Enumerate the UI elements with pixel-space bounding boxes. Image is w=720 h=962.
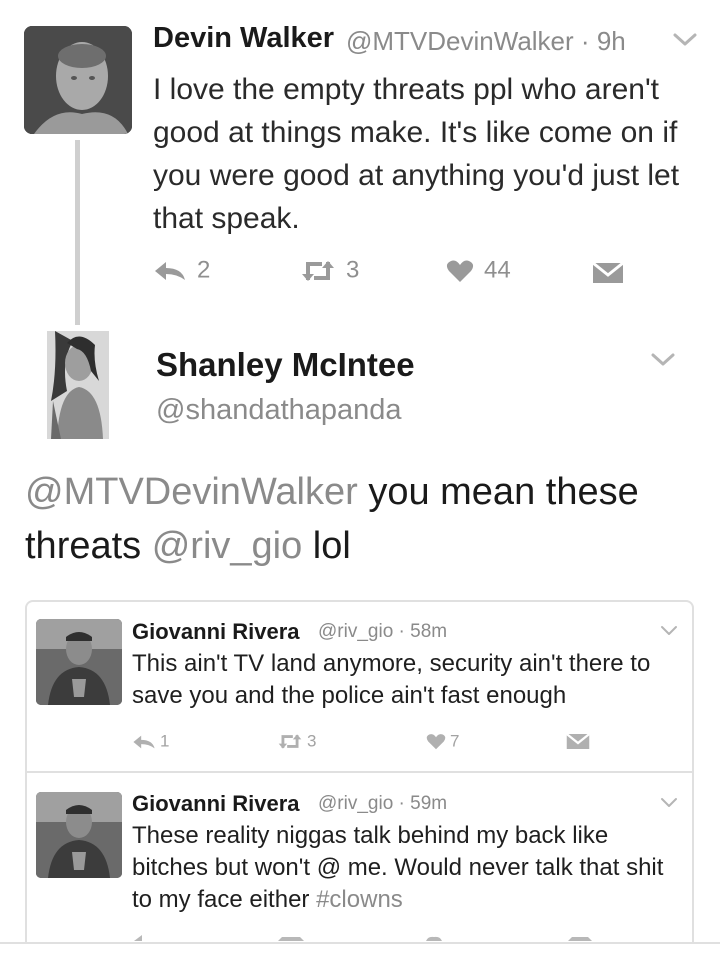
quoted-tweet-avatar xyxy=(36,619,122,705)
tweet-options-chevron-icon[interactable] xyxy=(672,30,698,50)
card-divider xyxy=(25,771,694,773)
quoted-tweet-meta: @riv_gio · 58m xyxy=(318,621,447,643)
time-separator: · xyxy=(398,621,405,642)
avatar-photo xyxy=(47,331,109,439)
chevron-down-icon xyxy=(661,626,677,635)
like-button[interactable]: 44 xyxy=(446,256,511,285)
quoted-tweet-handle: @riv_gio xyxy=(318,793,394,814)
like-count: 44 xyxy=(484,256,511,284)
time-separator: · xyxy=(398,793,405,814)
quoted-like-count: 7 xyxy=(450,731,460,751)
mention-link[interactable]: @MTVDevinWalker xyxy=(25,471,358,513)
time-separator: · xyxy=(580,26,590,56)
quoted-tweet-author-name: Giovanni Rivera xyxy=(132,619,300,644)
reply-icon xyxy=(133,735,155,748)
quoted-reply-count: 1 xyxy=(160,731,170,751)
quoted-like-action: 7 xyxy=(426,731,459,752)
avatar-photo xyxy=(24,26,132,134)
quoted-reply-action: 1 xyxy=(132,731,169,752)
quoted-dm-action xyxy=(566,731,594,751)
reply-button[interactable]: 2 xyxy=(153,256,210,285)
retweet-count: 3 xyxy=(346,256,360,284)
retweet-button[interactable]: 3 xyxy=(300,256,359,285)
avatar-photo xyxy=(36,792,122,878)
quoted-tweet-avatar xyxy=(36,792,122,878)
reply-text: @MTVDevinWalker you mean these threats @… xyxy=(25,465,705,573)
envelope-icon xyxy=(592,261,624,283)
card-bottom-edge xyxy=(0,942,720,962)
quoted-tweet-text: These reality niggas talk behind my back… xyxy=(132,820,680,916)
reply-author-handle[interactable]: @shandathapanda xyxy=(156,394,402,427)
quoted-actions-cutoff xyxy=(132,930,692,942)
retweet-icon xyxy=(278,734,302,749)
reply-options-chevron-icon[interactable] xyxy=(650,350,676,370)
avatar-photo xyxy=(36,619,122,705)
reply-icon xyxy=(155,261,185,280)
quoted-tweet-handle: @riv_gio xyxy=(318,621,394,642)
chevron-down-icon xyxy=(661,798,677,807)
tweet-author-meta[interactable]: @MTVDevinWalker · 9h xyxy=(346,26,626,57)
shanley-mcintee-avatar[interactable] xyxy=(47,331,109,439)
tweet-author-name[interactable]: Devin Walker xyxy=(153,22,334,55)
quoted-tweet-text: This ain't TV land anymore, security ain… xyxy=(132,650,651,709)
thread-connector-line xyxy=(75,140,80,325)
devin-walker-avatar[interactable] xyxy=(24,26,132,134)
tweet-timestamp: 9h xyxy=(596,26,626,56)
quoted-tweet-timestamp: 58m xyxy=(410,621,448,642)
tweet-text: I love the empty threats ppl who aren't … xyxy=(153,73,680,235)
mention-link[interactable]: @riv_gio xyxy=(152,525,303,567)
heart-icon xyxy=(446,260,474,282)
retweet-icon xyxy=(302,260,334,281)
reply-author-name[interactable]: Shanley McIntee xyxy=(156,346,415,384)
quoted-tweet-timestamp: 59m xyxy=(410,793,448,814)
reply-text-segment: lol xyxy=(302,525,351,567)
reply-count: 2 xyxy=(197,256,211,284)
direct-message-button[interactable] xyxy=(592,258,634,286)
tweet-author-handle[interactable]: @MTVDevinWalker xyxy=(346,26,574,56)
quoted-tweet-author-name: Giovanni Rivera xyxy=(132,791,300,816)
hashtag-link: #clowns xyxy=(316,886,403,913)
heart-icon xyxy=(426,734,446,750)
quoted-retweet-count: 3 xyxy=(307,731,317,751)
quoted-retweet-action: 3 xyxy=(277,731,316,752)
envelope-icon xyxy=(566,733,590,750)
quoted-tweet-meta: @riv_gio · 59m xyxy=(318,793,447,815)
